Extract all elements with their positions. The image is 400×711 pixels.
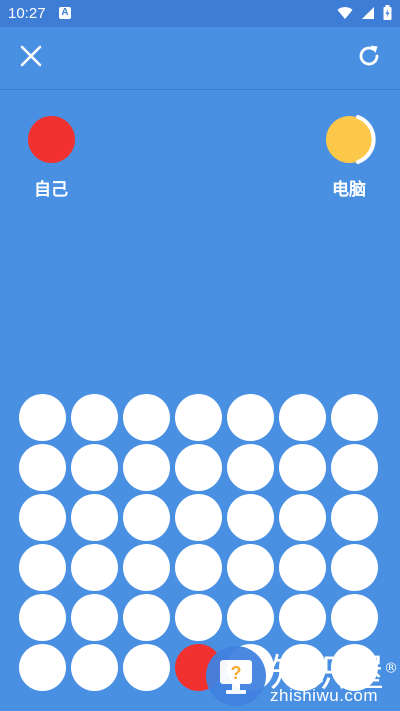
watermark: ? 知识屋® zhishiwu.com	[200, 640, 400, 710]
board-cell[interactable]	[227, 394, 274, 441]
watermark-logo: ?	[206, 646, 266, 706]
board-cell[interactable]	[19, 544, 66, 591]
svg-text:?: ?	[231, 663, 242, 683]
board-cell[interactable]	[175, 394, 222, 441]
watermark-subtitle: zhishiwu.com	[270, 686, 379, 705]
monitor-question-icon: ?	[220, 660, 252, 694]
board-cell[interactable]	[123, 444, 170, 491]
top-toolbar	[0, 27, 400, 90]
board-cell[interactable]	[19, 444, 66, 491]
player-self-disc	[27, 116, 75, 163]
turn-indicator-ring	[355, 115, 376, 164]
close-button[interactable]	[9, 36, 53, 80]
board-cell[interactable]	[331, 494, 378, 541]
board-cell[interactable]	[71, 444, 118, 491]
board-cell[interactable]	[331, 544, 378, 591]
board-cell[interactable]	[71, 494, 118, 541]
board-cell[interactable]	[331, 444, 378, 491]
status-time: 10:27	[8, 5, 46, 22]
restart-button[interactable]	[347, 36, 391, 80]
board-cell[interactable]	[123, 644, 170, 691]
wifi-icon	[337, 6, 353, 25]
board-cell[interactable]	[19, 494, 66, 541]
board-cell[interactable]	[19, 644, 66, 691]
system-icons	[337, 5, 392, 25]
board-cell[interactable]	[175, 594, 222, 641]
board-cell[interactable]	[279, 544, 326, 591]
board-cell[interactable]	[71, 394, 118, 441]
board-cell[interactable]	[279, 394, 326, 441]
board-cell[interactable]	[279, 594, 326, 641]
signal-icon	[361, 6, 375, 25]
board-cell[interactable]	[227, 494, 274, 541]
board-cell[interactable]	[123, 544, 170, 591]
board-cell[interactable]	[71, 594, 118, 641]
board-cell[interactable]	[71, 644, 118, 691]
board-cell[interactable]	[227, 544, 274, 591]
board-cell[interactable]	[19, 594, 66, 641]
player-self: 自己	[6, 116, 96, 200]
watermark-registered-mark: ®	[384, 660, 399, 677]
board-cell[interactable]	[123, 594, 170, 641]
board-cell[interactable]	[175, 544, 222, 591]
board-cell[interactable]	[279, 494, 326, 541]
board-cell[interactable]	[175, 494, 222, 541]
board-cell[interactable]	[175, 444, 222, 491]
close-icon	[20, 45, 42, 72]
status-bar: 10:27 A	[0, 0, 400, 27]
board-cell[interactable]	[227, 594, 274, 641]
player-self-name: 自己	[34, 180, 68, 199]
board-cell[interactable]	[123, 494, 170, 541]
player-computer-disc-wrap	[325, 115, 376, 164]
board-cell[interactable]	[331, 594, 378, 641]
board-cell[interactable]	[227, 444, 274, 491]
board-cell[interactable]	[123, 394, 170, 441]
player-computer: 电脑	[304, 115, 394, 200]
status-notification-badge: A	[59, 7, 71, 19]
board-cell[interactable]	[71, 544, 118, 591]
board-cell[interactable]	[331, 394, 378, 441]
battery-icon	[383, 5, 392, 25]
restart-icon	[356, 43, 382, 74]
player-computer-name: 电脑	[332, 180, 366, 199]
board-cell[interactable]	[279, 444, 326, 491]
board-cell[interactable]	[19, 394, 66, 441]
